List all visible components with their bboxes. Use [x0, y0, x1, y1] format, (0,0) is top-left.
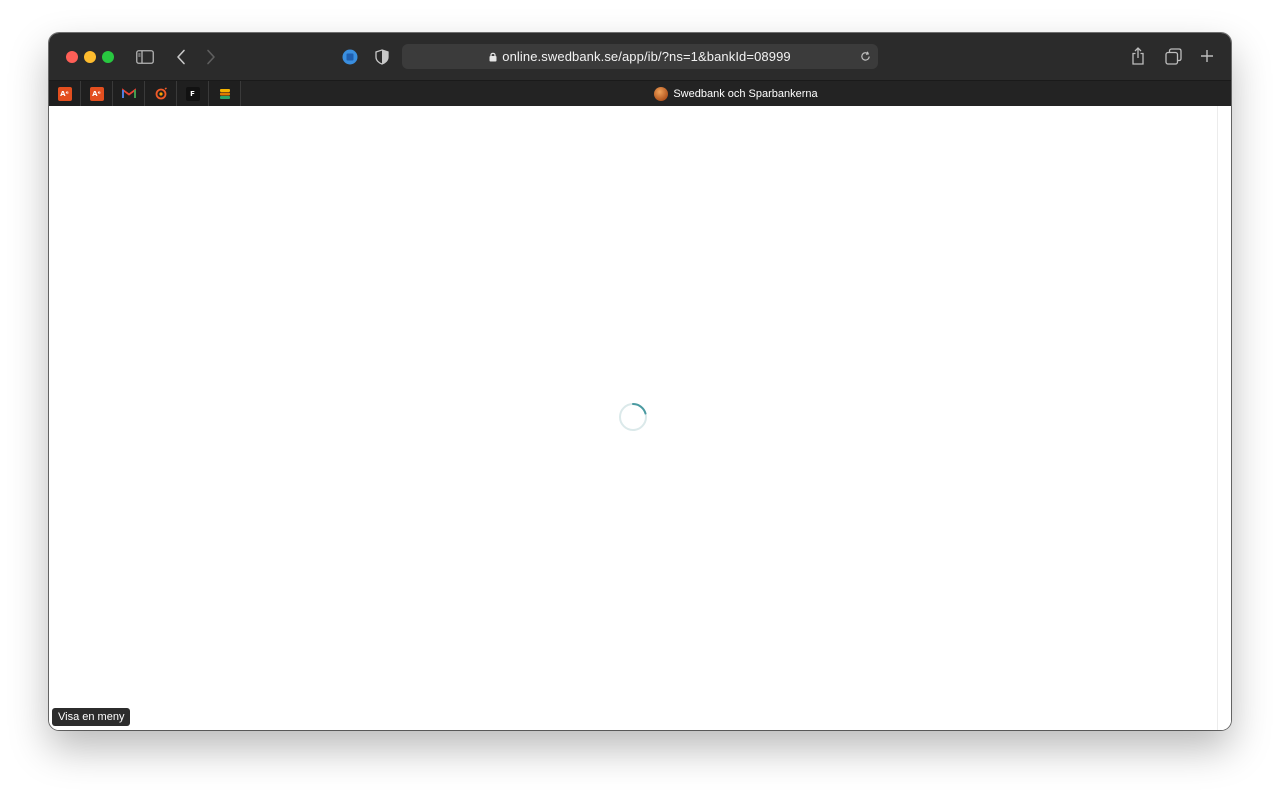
- pinned-tab-gmail[interactable]: [113, 81, 145, 106]
- sidebar-toggle-icon[interactable]: [135, 47, 155, 67]
- stack-icon: [219, 88, 230, 99]
- pinned-tab-adobe-1[interactable]: Aᵉ: [49, 81, 81, 106]
- new-tab-icon[interactable]: [1197, 46, 1217, 66]
- tab-overview-icon[interactable]: [1163, 46, 1183, 66]
- loading-spinner-icon: [619, 403, 647, 431]
- grafana-icon: [155, 86, 167, 99]
- extension-blue-icon[interactable]: [340, 47, 360, 67]
- browser-toolbar: online.swedbank.se/app/ib/?ns=1&bankId=0…: [49, 33, 1231, 80]
- active-tab-title: Swedbank och Sparbankerna: [673, 87, 818, 100]
- gmail-icon: [121, 88, 136, 98]
- pinned-tab-figma[interactable]: F: [177, 81, 209, 106]
- close-window-button[interactable]: [66, 51, 78, 63]
- browser-window: online.swedbank.se/app/ib/?ns=1&bankId=0…: [49, 33, 1231, 730]
- lock-icon: [489, 52, 497, 62]
- forward-icon[interactable]: [202, 47, 220, 67]
- scrollbar-track[interactable]: [1217, 106, 1231, 730]
- pinned-tabs: Aᵉ Aᵉ F: [49, 81, 241, 106]
- page-content: Visa en meny: [49, 106, 1231, 730]
- status-tooltip: Visa en meny: [52, 708, 131, 726]
- pinned-tab-stack[interactable]: [209, 81, 241, 106]
- maximize-window-button[interactable]: [102, 51, 114, 63]
- address-bar[interactable]: online.swedbank.se/app/ib/?ns=1&bankId=0…: [402, 44, 878, 69]
- figma-icon: F: [185, 86, 200, 101]
- minimize-window-button[interactable]: [84, 51, 96, 63]
- adobe-icon: Aᵉ: [57, 86, 72, 101]
- active-tab[interactable]: Swedbank och Sparbankerna: [241, 81, 1231, 106]
- privacy-shield-icon[interactable]: [372, 47, 392, 67]
- pinned-tab-adobe-2[interactable]: Aᵉ: [81, 81, 113, 106]
- share-icon[interactable]: [1128, 45, 1148, 67]
- adobe-icon: Aᵉ: [89, 86, 104, 101]
- swedbank-favicon-icon: [654, 86, 669, 101]
- url-text: online.swedbank.se/app/ib/?ns=1&bankId=0…: [502, 49, 791, 64]
- tab-bar: Aᵉ Aᵉ F Swedbank och Sparbankerna: [49, 80, 1231, 106]
- back-icon[interactable]: [172, 47, 190, 67]
- reload-icon[interactable]: [857, 48, 873, 64]
- pinned-tab-grafana[interactable]: [145, 81, 177, 106]
